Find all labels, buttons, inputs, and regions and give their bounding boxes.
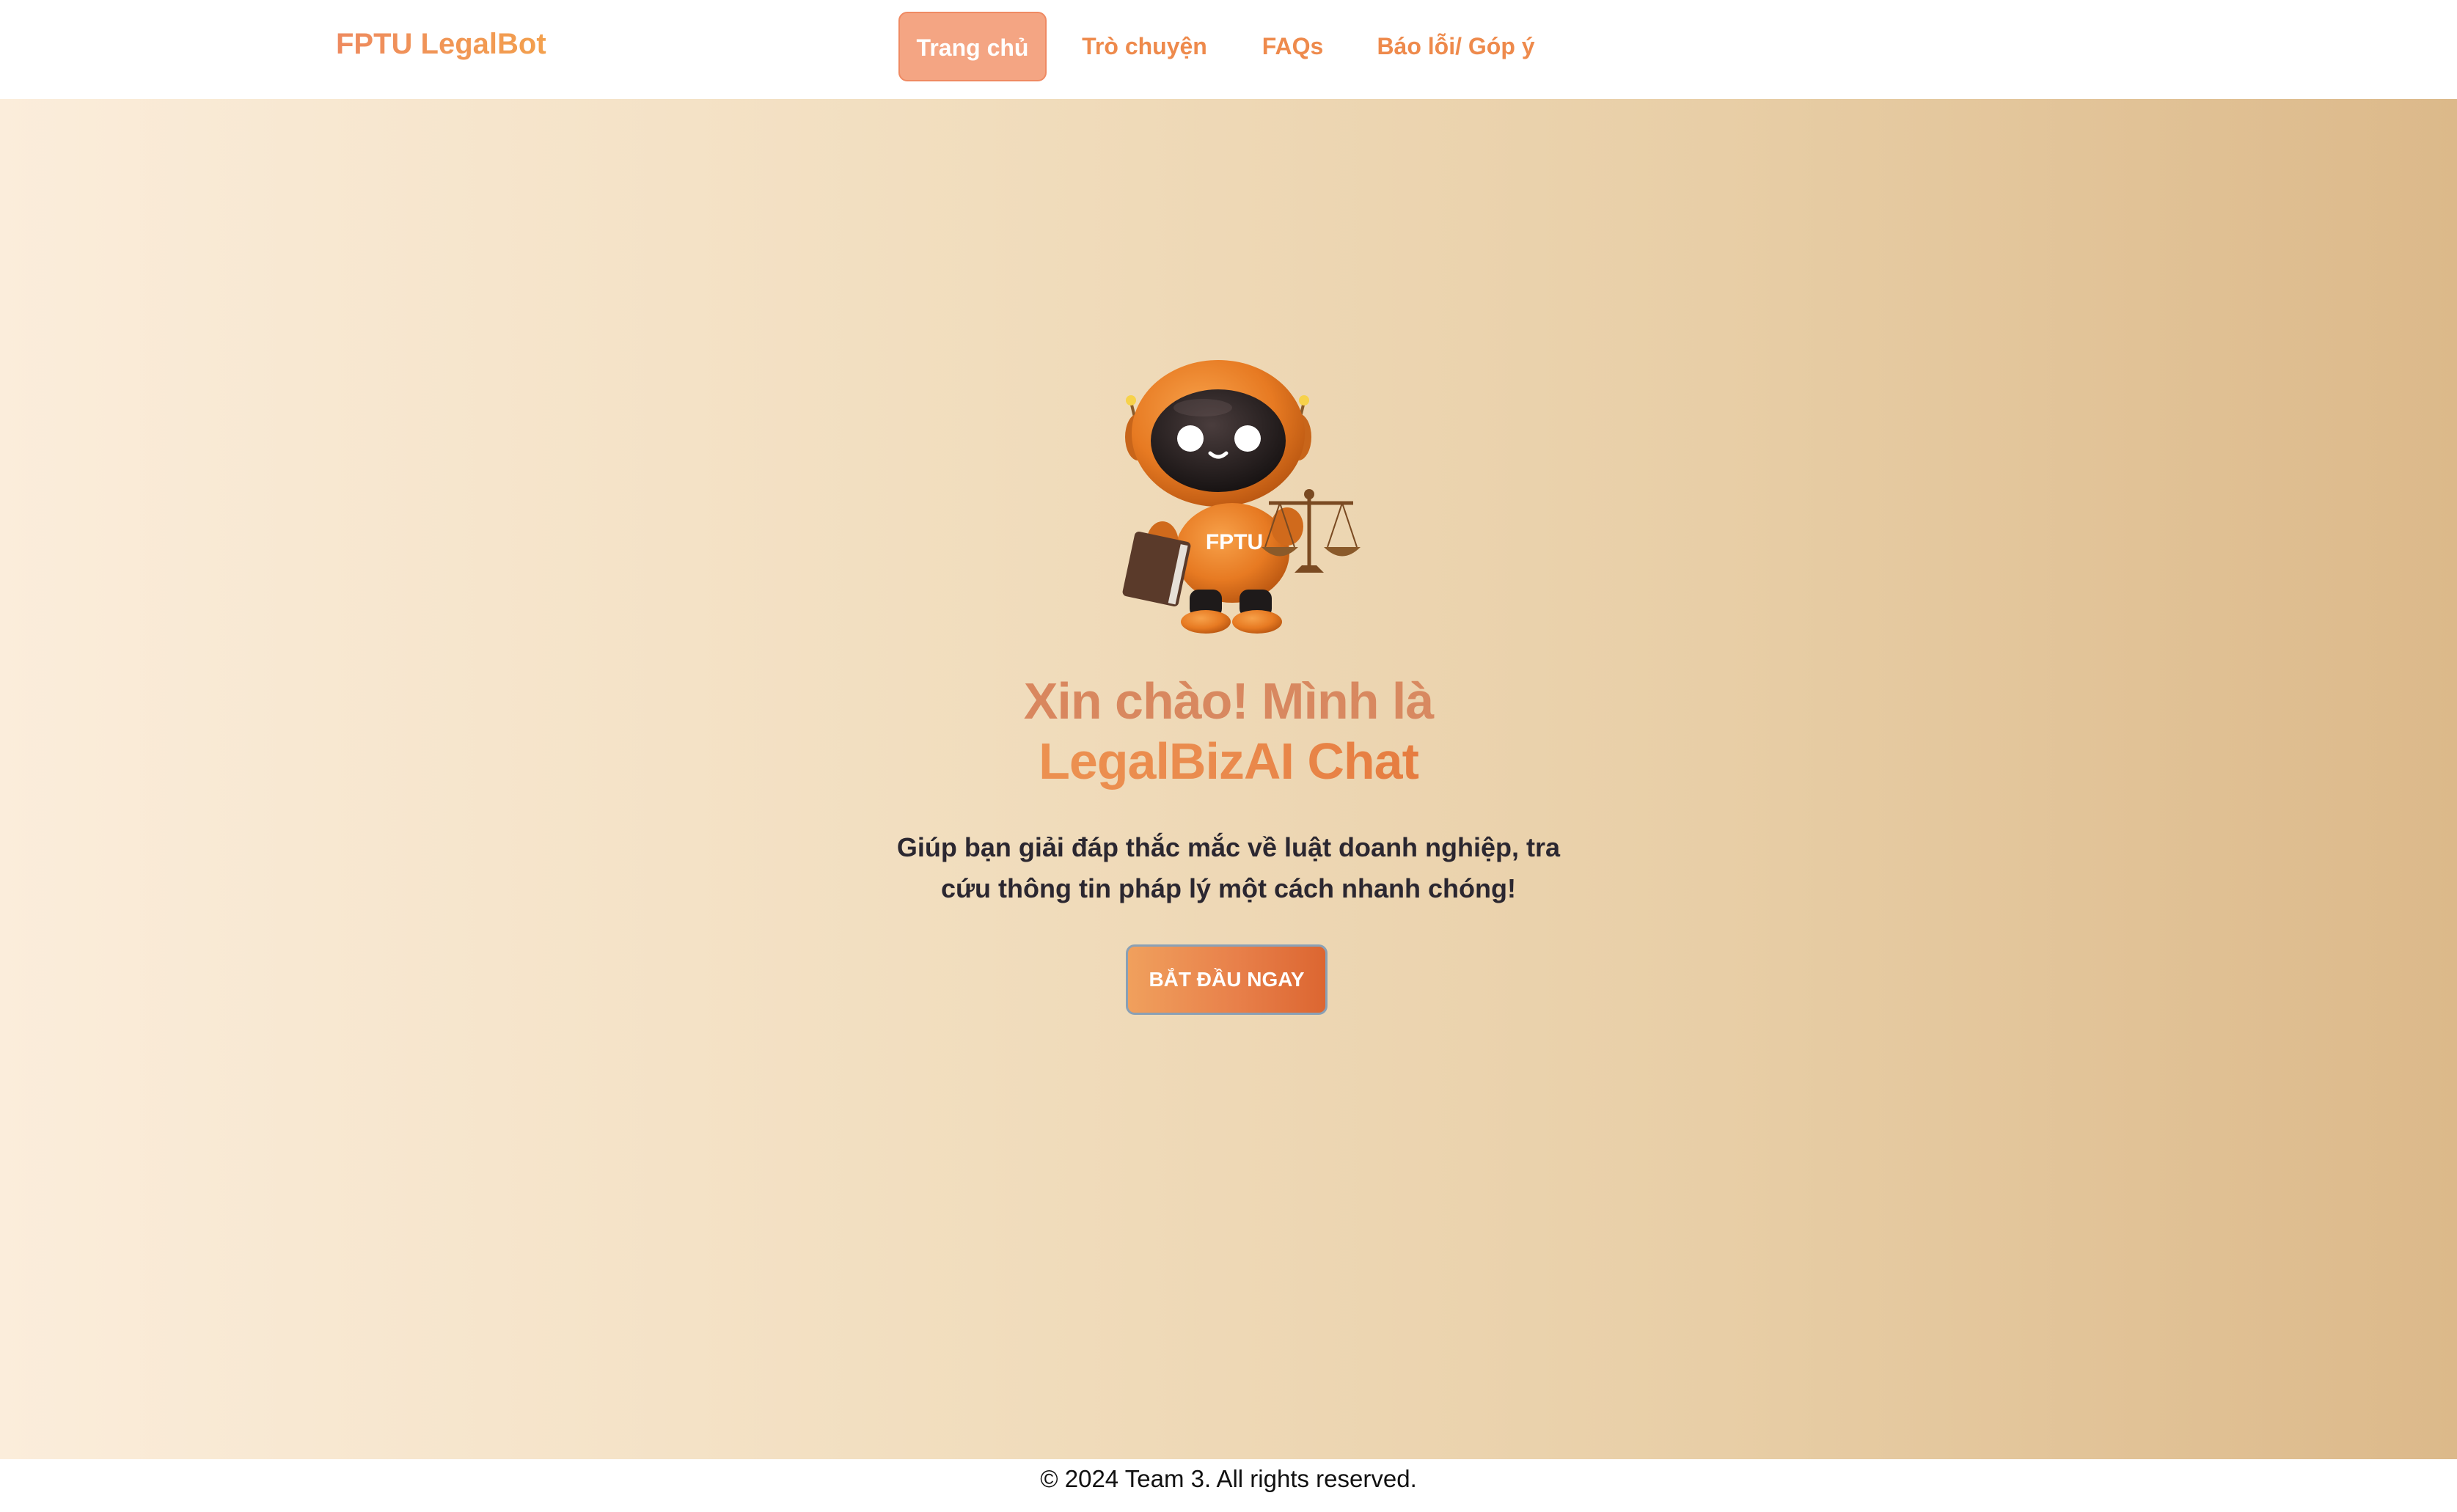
nav-item-feedback[interactable]: Báo lỗi/ Góp ý [1372, 12, 1540, 81]
hero-title-line2: LegalBizAI Chat [788, 731, 1669, 791]
legal-robot-icon: FPTU [1122, 360, 1361, 634]
footer: © 2024 Team 3. All rights reserved. [0, 1459, 2457, 1512]
top-navbar: FPTU LegalBot Trang chủ Trò chuyện FAQs … [0, 0, 2457, 99]
robot-chest-label: FPTU [1206, 530, 1263, 554]
nav-item-home[interactable]: Trang chủ [898, 12, 1047, 81]
start-now-button[interactable]: BẮT ĐẦU NGAY [1126, 944, 1328, 1015]
brand-logo[interactable]: FPTU LegalBot [336, 28, 546, 61]
nav-item-chat[interactable]: Trò chuyện [1069, 12, 1220, 81]
nav-item-faqs[interactable]: FAQs [1247, 12, 1339, 81]
hero-tagline: Giúp bạn giải đáp thắc mắc về luật doanh… [896, 832, 1561, 903]
hero-title: Xin chào! Mình là LegalBizAI Chat [788, 671, 1669, 791]
copyright-text: © 2024 Team 3. All rights reserved. [1040, 1465, 1417, 1492]
hero-title-line1: Xin chào! Mình là [788, 671, 1669, 731]
